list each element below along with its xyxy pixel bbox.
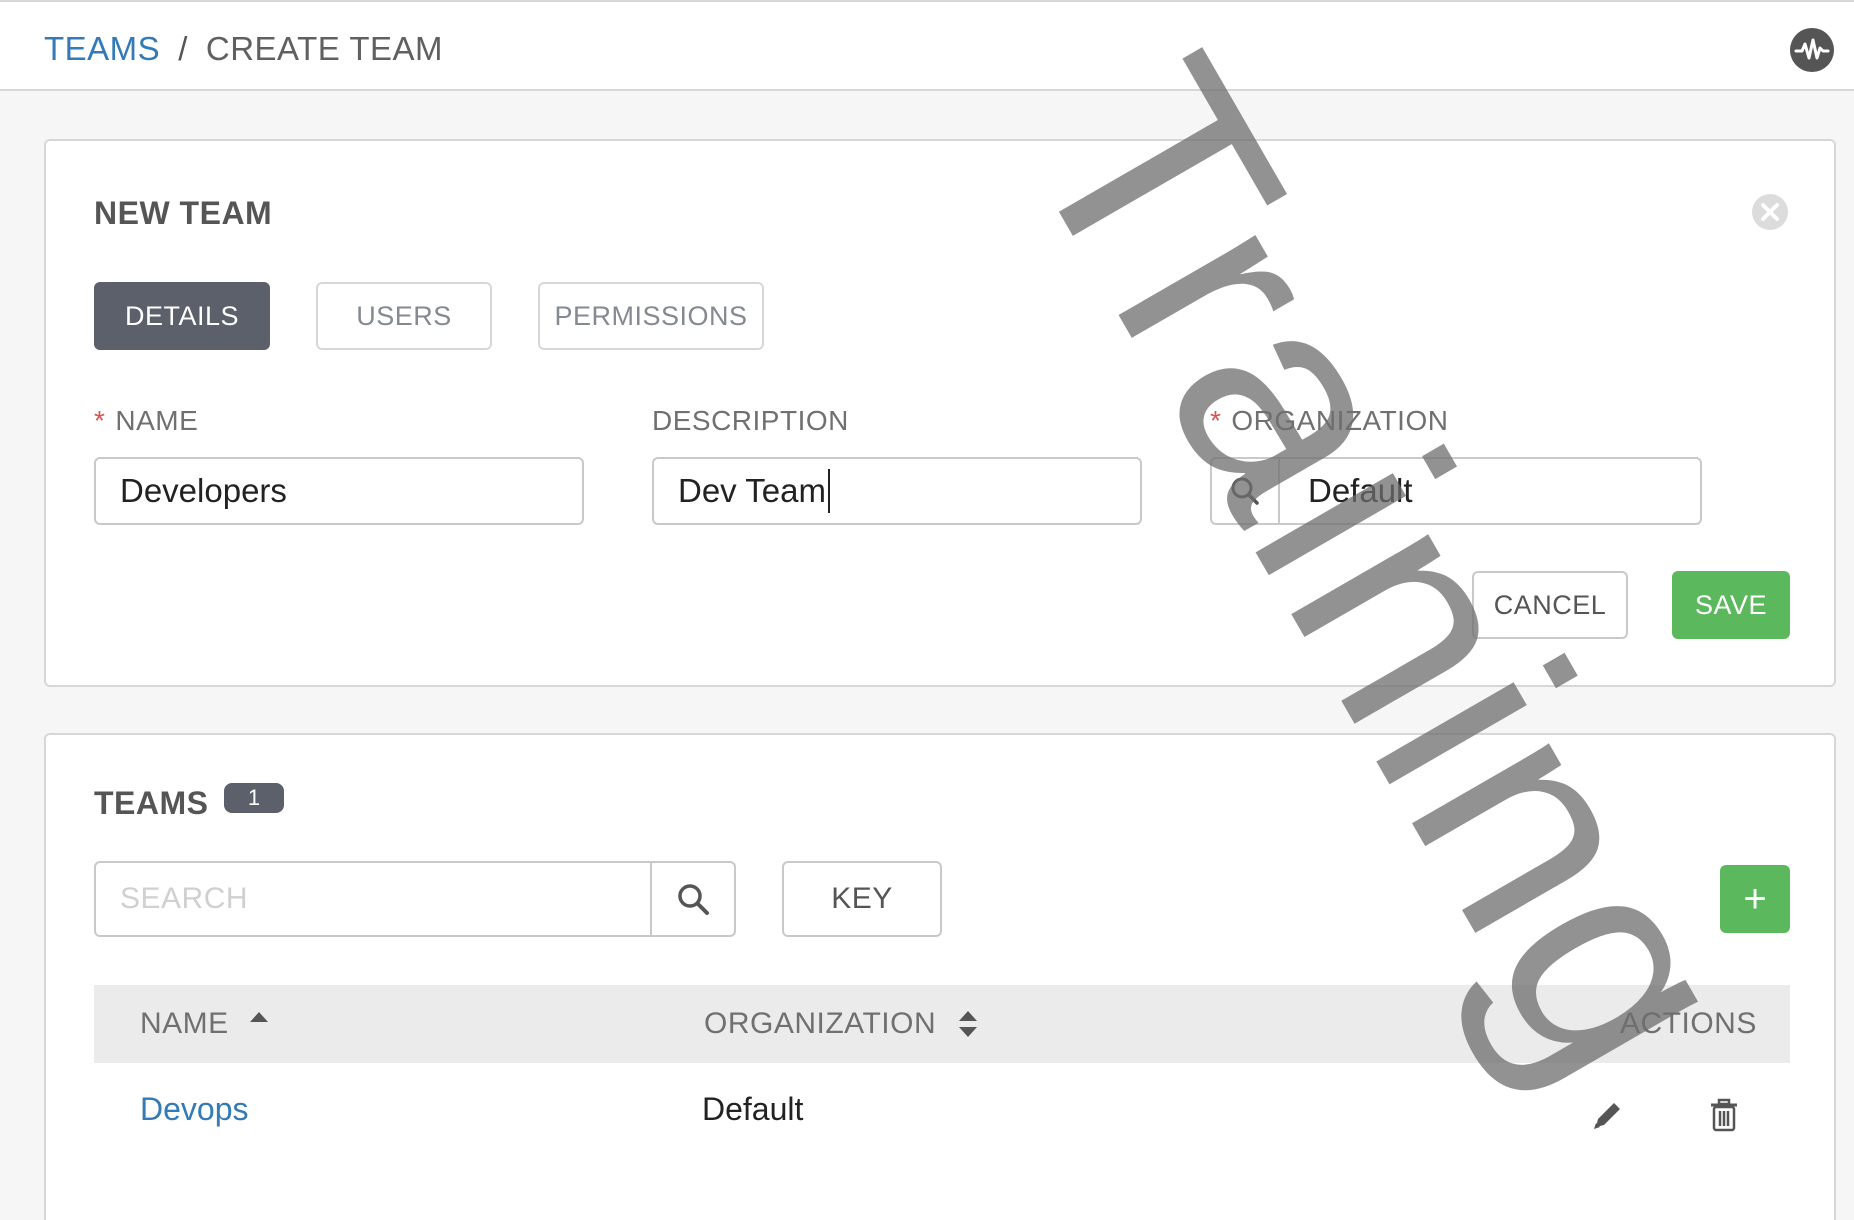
activity-stream-icon[interactable] [1790,28,1834,72]
sort-asc-icon [249,1012,268,1022]
table-header: NAME ORGANIZATION ACTIONS [94,985,1790,1063]
name-value: Developers [120,472,287,509]
organization-lookup-button[interactable] [1212,459,1280,523]
name-label: * NAME [94,405,198,437]
description-label: DESCRIPTION [652,405,849,436]
description-value: Dev Team [678,472,826,509]
count-badge: 1 [224,783,284,813]
required-mark: * [1210,405,1222,436]
name-label-text: NAME [115,405,199,436]
column-header-organization[interactable]: ORGANIZATION [704,1007,980,1041]
tab-permissions[interactable]: PERMISSIONS [538,282,764,350]
cancel-button[interactable]: CANCEL [1472,571,1628,639]
edit-icon[interactable] [1590,1097,1626,1133]
tab-details[interactable]: DETAILS [94,282,270,350]
description-input[interactable]: Dev Team [652,457,1142,525]
breadcrumb-separator: / [178,30,188,67]
tab-users[interactable]: USERS [316,282,492,350]
breadcrumb: TEAMS / CREATE TEAM [44,30,443,68]
panel-title: NEW TEAM [94,195,273,231]
text-caret [827,469,830,513]
search-button[interactable] [650,863,734,935]
organization-value: Default [1308,472,1413,509]
breadcrumb-current: CREATE TEAM [205,30,444,67]
required-mark: * [94,405,106,436]
key-button[interactable]: KEY [782,861,942,937]
search-icon [1231,477,1259,505]
team-name-link[interactable]: Devops [140,1091,249,1128]
organization-input[interactable]: Default [1210,457,1702,525]
column-header-actions: ACTIONS [1620,1007,1757,1040]
close-icon[interactable] [1750,192,1790,232]
top-bar: TEAMS / CREATE TEAM [0,0,1854,91]
search-box [94,861,736,937]
delete-icon[interactable] [1706,1097,1742,1133]
save-button[interactable]: SAVE [1672,571,1790,639]
search-input[interactable] [96,863,650,935]
column-header-name[interactable]: NAME [140,1007,271,1041]
column-header-organization-label: ORGANIZATION [704,1007,937,1040]
add-team-button[interactable]: + [1720,865,1790,933]
column-header-name-label: NAME [140,1007,229,1040]
team-organization: Default [702,1091,804,1127]
name-input[interactable]: Developers [94,457,584,525]
breadcrumb-teams-link[interactable]: TEAMS [44,30,160,67]
organization-label: * ORGANIZATION [1210,405,1448,437]
teams-list-panel: TEAMS 1 KEY + NAME ORGANIZATION ACTIONS [44,733,1836,1220]
organization-label-text: ORGANIZATION [1231,405,1449,436]
list-title: TEAMS [94,785,209,821]
sort-icon [959,1011,978,1037]
new-team-panel: NEW TEAM DETAILS USERS PERMISSIONS * NAME… [44,139,1836,687]
search-icon [678,884,709,915]
